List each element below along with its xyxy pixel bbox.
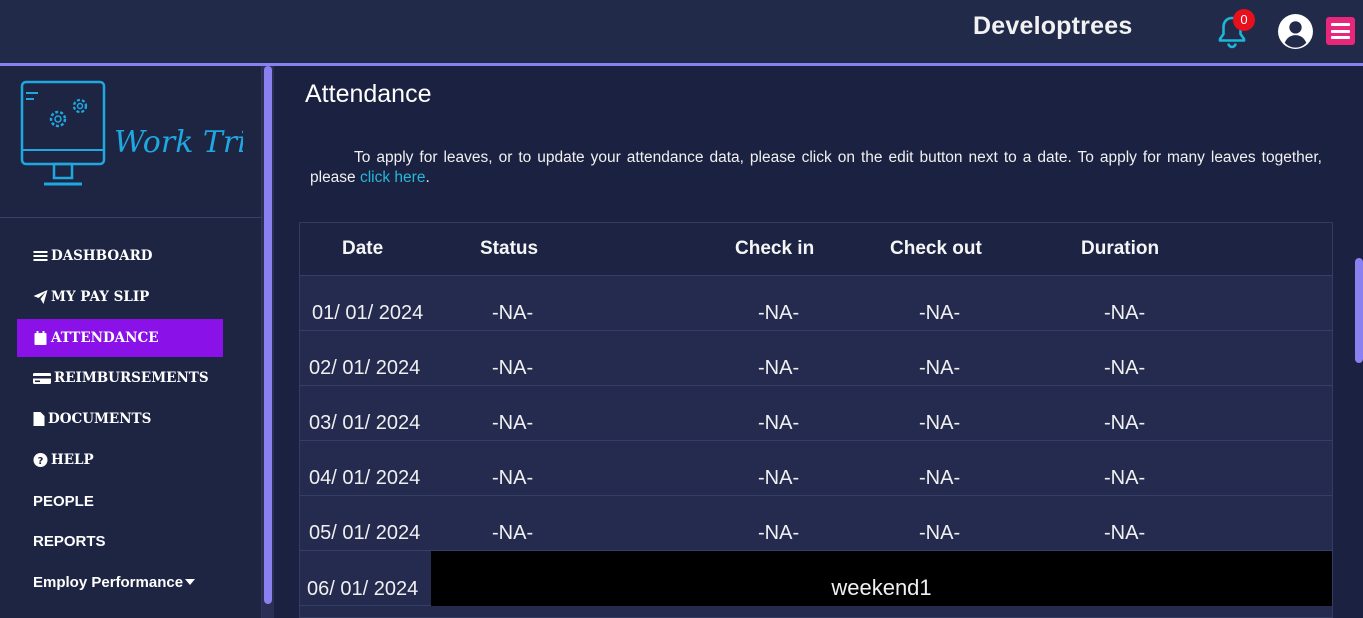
cell-status: -NA- bbox=[492, 412, 534, 434]
sidebar-item-my-pay-slip[interactable]: MY PAY SLIP bbox=[17, 278, 223, 316]
attendance-table: Date Status Check in Check out Duration … bbox=[299, 222, 1333, 618]
sidebar-item-documents[interactable]: DOCUMENTS bbox=[17, 400, 223, 438]
sidebar-item-label: REIMBURSEMENTS bbox=[54, 370, 209, 386]
cell-check-in: -NA- bbox=[758, 522, 800, 544]
table-row[interactable]: 05/ 01/ 2024 -NA- -NA- -NA- -NA- bbox=[300, 496, 1332, 551]
cell-check-in: -NA- bbox=[758, 302, 800, 324]
cell-status: -NA- bbox=[492, 357, 534, 379]
cell-check-out: -NA- bbox=[919, 522, 961, 544]
sidebar-item-label: HELP bbox=[51, 452, 94, 468]
sidebar-scrollbar-thumb[interactable] bbox=[264, 66, 272, 604]
question-circle-icon: ? bbox=[33, 453, 48, 467]
paper-plane-icon bbox=[33, 290, 48, 304]
cell-date: 03/ 01/ 2024 bbox=[309, 412, 421, 434]
file-icon bbox=[33, 412, 45, 426]
table-row[interactable]: 06/ 01/ 2024 weekend1 bbox=[300, 551, 1332, 606]
column-header-date: Date bbox=[342, 238, 384, 259]
table-row[interactable]: 04/ 01/ 2024 -NA- -NA- -NA- -NA- bbox=[300, 441, 1332, 496]
column-header-duration: Duration bbox=[1081, 238, 1160, 259]
cell-status: -NA- bbox=[492, 467, 534, 489]
sidebar-item-label: REPORTS bbox=[33, 532, 106, 550]
main-scrollbar-thumb[interactable] bbox=[1355, 258, 1363, 363]
column-header-check-in: Check in bbox=[735, 238, 815, 259]
work-tried-logo: Work Tried bbox=[20, 80, 243, 186]
sidebar-item-label: PEOPLE bbox=[33, 492, 94, 510]
hamburger-menu-icon[interactable] bbox=[1326, 17, 1355, 45]
cell-duration: -NA- bbox=[1104, 302, 1146, 324]
cell-check-in: -NA- bbox=[758, 467, 800, 489]
cell-check-out: -NA- bbox=[919, 412, 961, 434]
table-row[interactable]: 03/ 01/ 2024 -NA- -NA- -NA- -NA- bbox=[300, 386, 1332, 441]
cell-check-out: -NA- bbox=[919, 302, 961, 324]
sidebar-item-label: ATTENDANCE bbox=[51, 330, 159, 346]
cell-duration: -NA- bbox=[1104, 467, 1146, 489]
cell-status: -NA- bbox=[492, 522, 534, 544]
credit-card-icon bbox=[33, 373, 51, 384]
sidebar-item-reimbursements[interactable]: REIMBURSEMENTS bbox=[17, 359, 223, 397]
top-bar bbox=[0, 0, 1363, 64]
cell-date: 01/ 01/ 2024 bbox=[312, 302, 424, 324]
table-row[interactable]: 01/ 01/ 2024 -NA- -NA- -NA- -NA- bbox=[300, 276, 1332, 331]
cell-check-out: -NA- bbox=[919, 467, 961, 489]
weekend-banner: weekend1 bbox=[431, 551, 1332, 606]
sidebar-item-label: Employ Performance bbox=[33, 573, 184, 591]
caret-down-icon bbox=[185, 579, 196, 585]
sidebar-item-label: DASHBOARD bbox=[51, 248, 153, 264]
sidebar-divider bbox=[0, 217, 262, 218]
cell-date: 02/ 01/ 2024 bbox=[309, 357, 421, 379]
sidebar-item-people[interactable]: PEOPLE bbox=[17, 482, 223, 520]
cell-date: 06/ 01/ 2024 bbox=[307, 578, 419, 600]
cell-date: 04/ 01/ 2024 bbox=[309, 467, 421, 489]
cell-check-in: -NA- bbox=[758, 412, 800, 434]
notification-badge: 0 bbox=[1233, 9, 1255, 31]
bars-icon bbox=[33, 251, 48, 261]
logo-text: Work Tried bbox=[114, 125, 243, 160]
sidebar-item-label: MY PAY SLIP bbox=[51, 289, 150, 305]
sidebar-item-reports[interactable]: REPORTS bbox=[17, 522, 223, 560]
cell-status: -NA- bbox=[492, 302, 534, 324]
calendar-icon bbox=[34, 331, 47, 345]
intro-text: To apply for leaves, or to update your a… bbox=[310, 149, 1322, 186]
sidebar-item-label: DOCUMENTS bbox=[48, 411, 152, 427]
cell-check-out: -NA- bbox=[919, 357, 961, 379]
cell-duration: -NA- bbox=[1104, 412, 1146, 434]
cell-check-in: -NA- bbox=[758, 357, 800, 379]
column-header-status: Status bbox=[480, 238, 539, 259]
user-avatar-icon[interactable] bbox=[1277, 13, 1314, 50]
page-title: Attendance bbox=[305, 80, 432, 108]
table-row[interactable]: 02/ 01/ 2024 -NA- -NA- -NA- -NA- bbox=[300, 331, 1332, 386]
sidebar-item-help[interactable]: ? HELP bbox=[17, 441, 223, 479]
click-here-link[interactable]: click here bbox=[360, 169, 425, 186]
table-header: Date Status Check in Check out Duration bbox=[300, 223, 1332, 276]
sidebar-item-attendance[interactable]: ATTENDANCE bbox=[17, 319, 223, 357]
column-header-check-out: Check out bbox=[890, 238, 982, 259]
cell-duration: -NA- bbox=[1104, 522, 1146, 544]
svg-text:?: ? bbox=[38, 456, 44, 467]
cell-date: 05/ 01/ 2024 bbox=[309, 522, 421, 544]
cell-duration: -NA- bbox=[1104, 357, 1146, 379]
sidebar-item-employ-performance[interactable]: Employ Performance bbox=[17, 563, 223, 601]
brand-title[interactable]: Developtrees bbox=[973, 12, 1132, 41]
weekend-label: weekend1 bbox=[831, 575, 932, 600]
sidebar-item-dashboard[interactable]: DASHBOARD bbox=[17, 237, 223, 275]
